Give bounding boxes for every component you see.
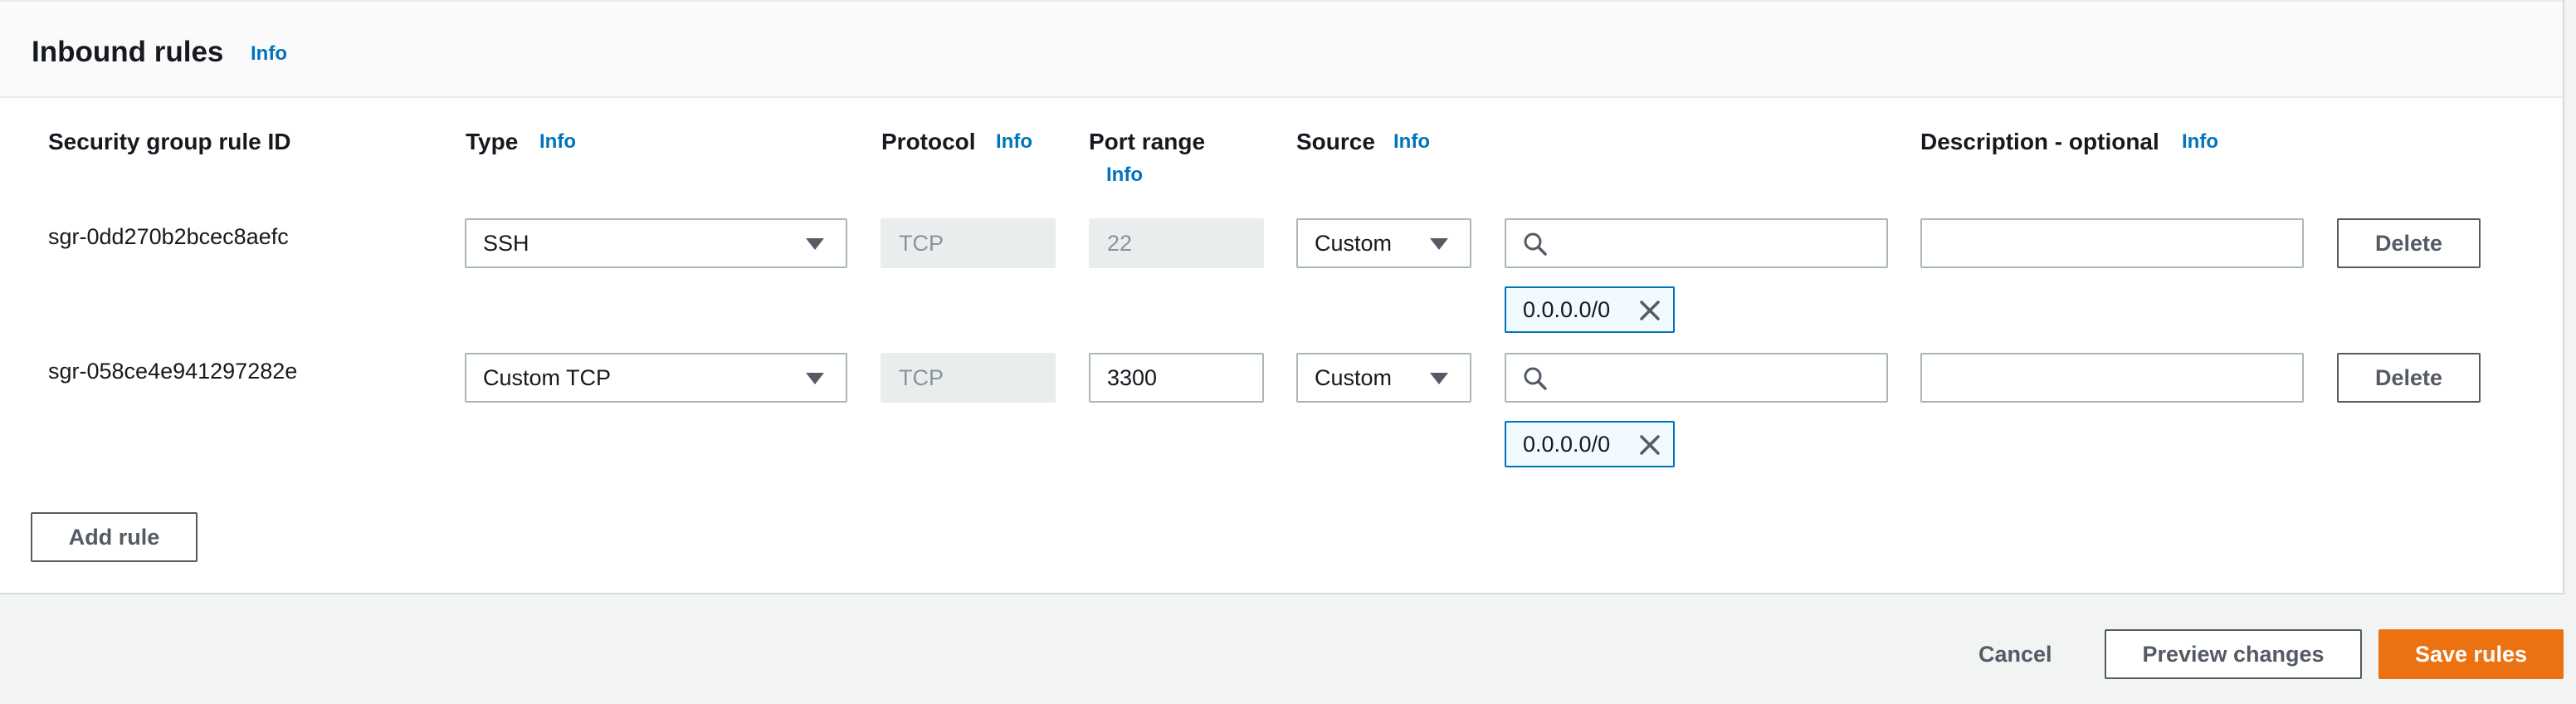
source-type-select[interactable]: Custom	[1296, 353, 1471, 403]
delete-rule-button[interactable]: Delete	[2337, 218, 2481, 268]
source-cidr-token-label: 0.0.0.0/0	[1523, 432, 1611, 457]
panel-title-info-link[interactable]: Info	[251, 42, 287, 66]
caret-down-icon	[1430, 238, 1448, 250]
close-icon[interactable]	[1638, 299, 1661, 322]
type-select-value: Custom TCP	[483, 365, 612, 390]
panel-title: Inbound rules	[32, 36, 224, 68]
rule-id: sgr-0dd270b2bcec8aefc	[48, 224, 289, 249]
caret-down-icon	[806, 373, 824, 384]
caret-down-icon	[806, 238, 824, 250]
column-header-type: Type	[466, 129, 519, 154]
source-cidr-token-label: 0.0.0.0/0	[1523, 297, 1611, 322]
source-cidr-token: 0.0.0.0/0	[1505, 286, 1675, 333]
type-select[interactable]: Custom TCP	[465, 353, 847, 403]
type-select[interactable]: SSH	[465, 218, 847, 268]
delete-rule-button[interactable]: Delete	[2337, 353, 2481, 403]
column-header-protocol: Protocol	[881, 129, 976, 154]
source-cidr-token: 0.0.0.0/0	[1505, 421, 1675, 467]
column-header-description: Description - optional	[1920, 129, 2159, 154]
preview-changes-button[interactable]: Preview changes	[2105, 629, 2362, 679]
source-search-input[interactable]	[1505, 353, 1888, 403]
caret-down-icon	[1430, 373, 1448, 384]
protocol-field: TCP	[881, 353, 1056, 403]
source-search-input[interactable]	[1505, 218, 1888, 268]
description-field[interactable]	[1920, 353, 2304, 403]
port-range-info-link[interactable]: Info	[1106, 163, 1143, 188]
close-icon[interactable]	[1638, 433, 1661, 457]
save-rules-button[interactable]: Save rules	[2378, 629, 2564, 679]
port-range-field: 22	[1089, 218, 1264, 268]
inbound-rules-panel: Inbound rules Info Security group rule I…	[0, 0, 2564, 594]
source-type-select-value: Custom	[1315, 231, 1393, 256]
panel-header: Inbound rules Info	[0, 0, 2563, 98]
search-icon	[1524, 367, 1547, 390]
source-type-select-value: Custom	[1315, 365, 1393, 390]
cancel-button[interactable]: Cancel	[1978, 629, 2052, 679]
type-select-value: SSH	[483, 231, 529, 256]
description-info-link[interactable]: Info	[2182, 130, 2218, 154]
add-rule-button[interactable]: Add rule	[31, 512, 198, 562]
source-info-link[interactable]: Info	[1393, 130, 1430, 154]
search-icon	[1524, 232, 1547, 256]
description-field[interactable]	[1920, 218, 2304, 268]
protocol-info-link[interactable]: Info	[996, 130, 1032, 154]
protocol-field: TCP	[881, 218, 1056, 268]
rule-id: sgr-058ce4e941297282e	[48, 359, 298, 384]
source-type-select[interactable]: Custom	[1296, 218, 1471, 268]
column-header-port-range: Port range	[1089, 129, 1206, 154]
type-info-link[interactable]: Info	[539, 130, 576, 154]
port-range-field[interactable]: 3300	[1089, 353, 1264, 403]
column-header-source: Source	[1296, 129, 1375, 154]
column-header-rule-id: Security group rule ID	[48, 129, 291, 154]
